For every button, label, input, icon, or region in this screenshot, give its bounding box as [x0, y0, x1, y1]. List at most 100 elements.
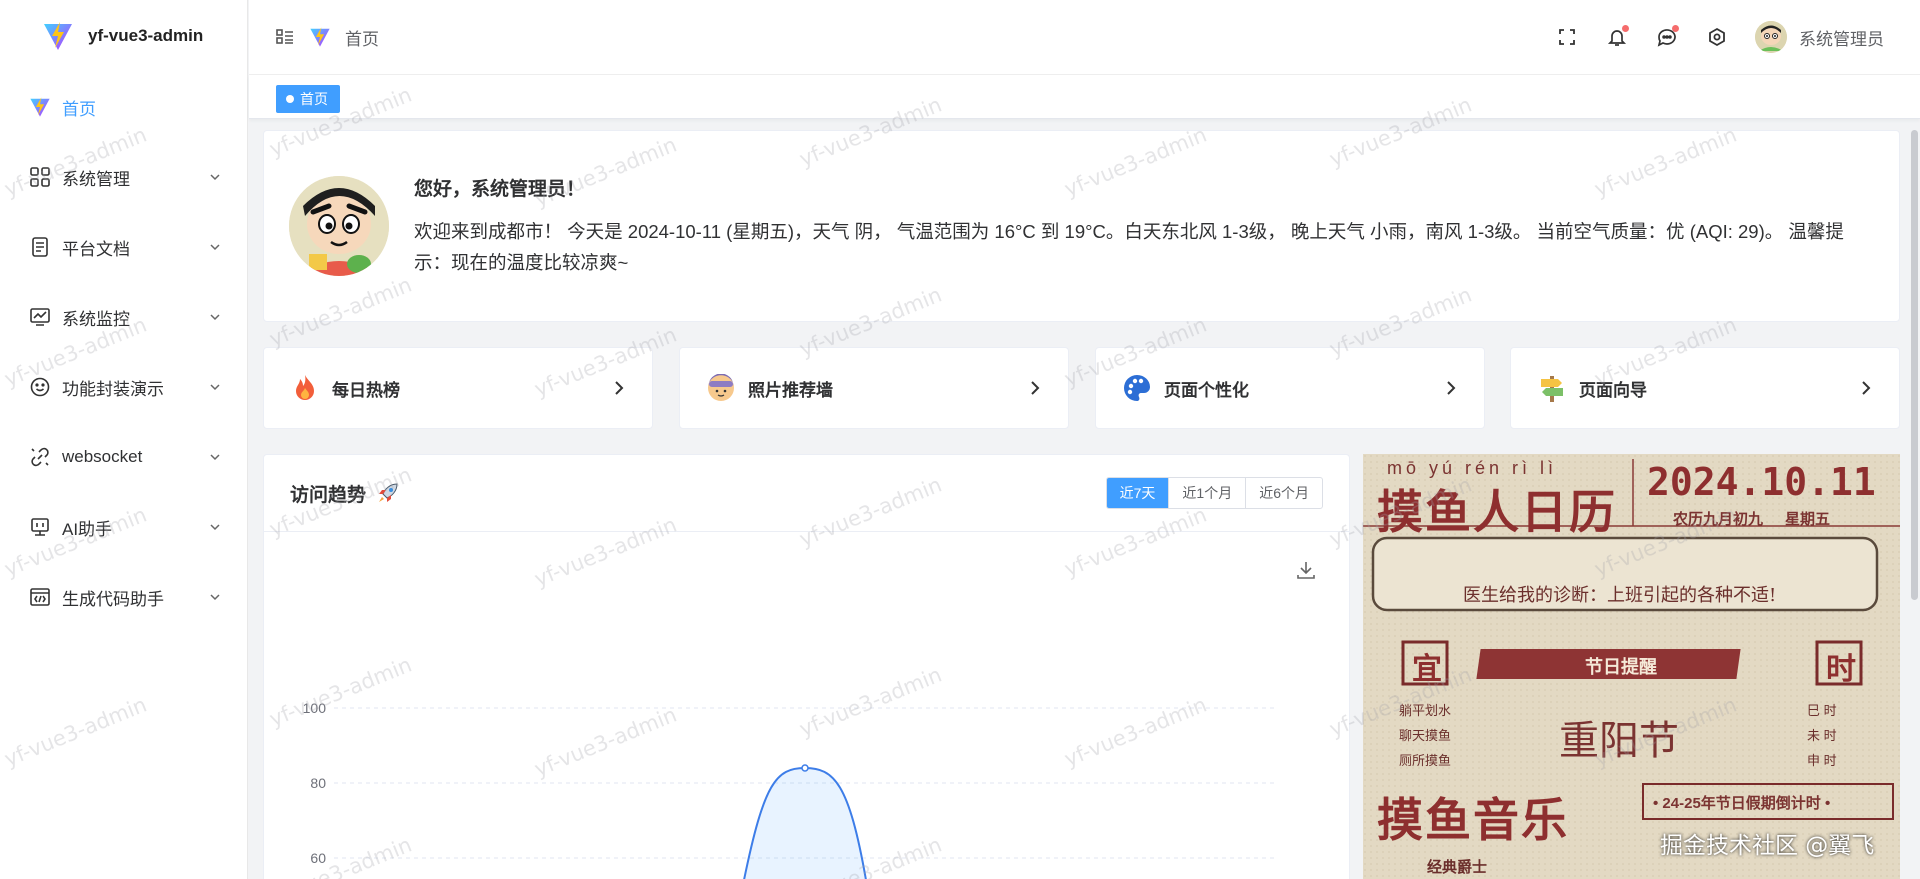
- fire-icon: [290, 373, 320, 403]
- chevron-down-icon: [210, 594, 220, 601]
- calendar-shi-item: 未 时: [1807, 728, 1837, 743]
- sidebar-item-feature-demo[interactable]: 功能封装演示: [0, 352, 247, 422]
- chevron-down-icon: [210, 384, 220, 391]
- welcome-card: 您好，系统管理员！ 欢迎来到成都市！ 今天是 2024-10-11 (星期五)，…: [263, 130, 1900, 322]
- grid-icon: [28, 165, 52, 189]
- username: 系统管理员: [1799, 29, 1884, 49]
- footer-watermark: 掘金技术社区 @翼飞: [1660, 833, 1875, 859]
- sidebar-item-ai-assistant[interactable]: AI助手: [0, 492, 247, 562]
- quick-link-daily-hot[interactable]: 每日热榜: [263, 347, 653, 429]
- palette-icon: [1122, 373, 1152, 403]
- link-icon: [28, 445, 52, 469]
- chevron-right-icon: [615, 381, 624, 395]
- welcome-message: 欢迎来到成都市！ 今天是 2024-10-11 (星期五)，天气 阴， 气温范围…: [414, 221, 1844, 273]
- vite-logo-icon: [310, 27, 330, 47]
- chevron-right-icon: [1031, 381, 1040, 395]
- calendar-yi-item: 厕所摸鱼: [1399, 753, 1452, 768]
- settings-icon[interactable]: [1705, 25, 1729, 49]
- calendar-yi-item: 躺平划水: [1399, 703, 1452, 718]
- face-icon: [706, 373, 736, 403]
- sidebar: yf-vue3-admin 首页 系统管理 平台文档 系统监控 功能封装演示 w…: [0, 0, 248, 879]
- sidebar-item-websocket[interactable]: websocket: [0, 422, 247, 492]
- calendar-festival: 重阳节: [1559, 718, 1679, 764]
- quick-link-page-guide[interactable]: 页面向导: [1510, 347, 1900, 429]
- range-selector[interactable]: 近7天 近1个月 近6个月: [1105, 477, 1323, 509]
- chat-icon[interactable]: [1655, 25, 1679, 49]
- calendar-weekday: 星期五: [1785, 511, 1831, 528]
- sidebar-item-label: 平台文档: [62, 239, 130, 259]
- quick-link-personalize[interactable]: 页面个性化: [1095, 347, 1485, 429]
- avatar: [1755, 21, 1787, 53]
- app-logo[interactable]: yf-vue3-admin: [0, 0, 247, 72]
- sidebar-item-label: AI助手: [62, 519, 113, 539]
- sidebar-item-label: websocket: [62, 447, 143, 466]
- sidebar-item-label: 生成代码助手: [62, 589, 164, 609]
- trend-title: 访问趋势: [290, 484, 367, 506]
- top-header: 首页 系统管理员: [249, 0, 1920, 74]
- trend-area: [744, 768, 866, 879]
- calendar-music-sub: 经典爵士: [1427, 859, 1488, 876]
- sidebar-item-system-management[interactable]: 系统管理: [0, 142, 247, 212]
- sidebar-item-home[interactable]: 首页: [0, 72, 247, 142]
- rocket-icon: [379, 483, 398, 502]
- calendar-music: 摸鱼音乐: [1377, 793, 1569, 847]
- chevron-down-icon: [210, 244, 220, 251]
- app-title: yf-vue3-admin: [88, 26, 204, 45]
- visit-trend-card: 访问趋势 近7天 近1个月 近6个月 60 80 100: [263, 454, 1350, 879]
- bell-icon[interactable]: [1605, 25, 1629, 49]
- quick-link-label: 照片推荐墙: [748, 380, 833, 400]
- range-1m-button[interactable]: 近1个月: [1168, 478, 1245, 508]
- download-icon[interactable]: [1297, 562, 1315, 579]
- avatar: [289, 176, 389, 276]
- calendar-yi-item: 聊天摸鱼: [1399, 728, 1452, 743]
- calendar-yi: 宜: [1412, 652, 1442, 687]
- range-7d-button[interactable]: 近7天: [1106, 478, 1169, 508]
- vite-logo-icon: [44, 22, 72, 50]
- sidebar-item-platform-docs[interactable]: 平台文档: [0, 212, 247, 282]
- calendar-countdown: • 24-25年节日假期倒计时 •: [1653, 795, 1831, 812]
- sidebar-item-code-generator[interactable]: 生成代码助手: [0, 562, 247, 632]
- quick-link-label: 页面个性化: [1164, 380, 1249, 400]
- fullscreen-icon[interactable]: [1555, 25, 1579, 49]
- chevron-right-icon: [1862, 381, 1871, 395]
- chevron-down-icon: [210, 174, 220, 181]
- sidebar-item-label: 首页: [62, 99, 96, 119]
- scrollbar[interactable]: [1911, 130, 1918, 600]
- calendar-date: 2024.10.11: [1647, 460, 1876, 504]
- monitor-icon: [28, 305, 52, 329]
- code-icon: [28, 585, 52, 609]
- tab-home[interactable]: 首页: [276, 85, 340, 113]
- calendar-diagnosis: 医生给我的诊断：上班引起的各种不适!: [1463, 585, 1777, 606]
- breadcrumb[interactable]: 首页: [345, 25, 379, 50]
- document-icon: [28, 235, 52, 259]
- quick-link-label: 页面向导: [1579, 380, 1647, 400]
- quick-link-photo-wall[interactable]: 照片推荐墙: [679, 347, 1069, 429]
- y-tick-label: 80: [310, 775, 326, 791]
- fish-calendar-image: mō yú rén rì lì 摸鱼人日历 2024.10.11 农历九月初九 …: [1363, 454, 1900, 879]
- tab-dot: [286, 95, 294, 103]
- sidebar-item-label: 系统监控: [62, 309, 130, 329]
- quick-link-label: 每日热榜: [332, 380, 400, 400]
- y-tick-label: 100: [303, 700, 327, 716]
- screen-icon: [28, 515, 52, 539]
- smile-icon: [28, 375, 52, 399]
- range-6m-button[interactable]: 近6个月: [1245, 478, 1322, 508]
- chevron-down-icon: [210, 524, 220, 531]
- calendar-title: 摸鱼人日历: [1377, 485, 1617, 539]
- calendar-shi-item: 巳 时: [1807, 703, 1837, 718]
- user-menu[interactable]: 系统管理员: [1755, 21, 1884, 53]
- chevron-right-icon: [1447, 381, 1456, 395]
- menu-collapse-icon[interactable]: [275, 27, 295, 47]
- visit-trend-chart: 60 80 100: [303, 562, 1315, 879]
- sidebar-item-label: 功能封装演示: [62, 379, 164, 399]
- calendar-shi: 时: [1826, 652, 1856, 687]
- sidebar-item-system-monitor[interactable]: 系统监控: [0, 282, 247, 352]
- chevron-down-icon: [210, 454, 220, 461]
- calendar-festival-label: 节日提醒: [1585, 657, 1657, 677]
- tab-label: 首页: [300, 91, 328, 107]
- chevron-down-icon: [210, 314, 220, 321]
- calendar-lunar: 农历九月初九: [1673, 511, 1764, 528]
- vite-logo-icon: [28, 95, 52, 119]
- trend-peak-point[interactable]: [801, 764, 809, 772]
- calendar-shi-item: 申 时: [1807, 753, 1837, 768]
